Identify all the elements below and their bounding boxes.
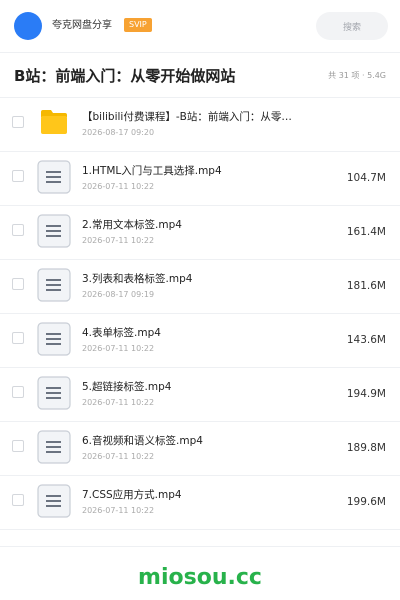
row-checkbox[interactable] [12,332,24,344]
file-name: 3.列表和表格标签.mp4 [82,273,193,285]
file-name: 6.音视频和语义标签.mp4 [82,435,203,447]
row-checkbox[interactable] [12,386,24,398]
document-icon [37,322,71,356]
file-name: 【bilibili付费课程】-B站：前端入门：从零… [82,111,292,123]
document-icon [37,268,71,302]
file-size: 181.6M [346,280,386,292]
file-row[interactable]: 1.HTML入门与工具选择.mp4 2026-07-11 10:22 104.7… [0,152,400,206]
file-size: 161.4M [346,226,386,238]
footer-brand[interactable]: miosou.cc [0,562,400,594]
file-row-folder[interactable]: 【bilibili付费课程】-B站：前端入门：从零… 2026-08-17 09… [0,98,400,152]
file-row[interactable]: 3.列表和表格标签.mp4 2026-08-17 09:19 181.6M [0,260,400,314]
file-date: 2026-07-11 10:22 [82,344,155,353]
site-name: 夸克网盘分享 [52,20,112,31]
file-name: 1.HTML入门与工具选择.mp4 [82,165,222,177]
file-size: 189.8M [346,442,386,454]
file-row[interactable]: 6.音视频和语义标签.mp4 2026-07-11 10:22 189.8M [0,422,400,476]
file-row[interactable]: 7.CSS应用方式.mp4 2026-07-11 10:22 199.6M [0,476,400,530]
header: 夸克网盘分享 SVIP 搜索 [0,0,400,52]
document-icon [37,430,71,464]
document-icon [37,214,71,248]
file-date: 2026-08-17 09:19 [82,290,155,299]
document-icon [37,376,71,410]
row-checkbox[interactable] [12,224,24,236]
svip-badge: SVIP [124,18,152,32]
file-date: 2026-07-11 10:22 [82,236,155,245]
search-placeholder: 搜索 [342,22,361,33]
page-title: B站：前端入门：从零开始做网站 [14,67,236,85]
folder-icon [41,110,67,134]
file-row[interactable]: 5.超链接标签.mp4 2026-07-11 10:22 194.9M [0,368,400,422]
file-list: 【bilibili付费课程】-B站：前端入门：从零… 2026-08-17 09… [0,98,400,530]
file-date: 2026-07-11 10:22 [82,452,155,461]
file-date: 2026-07-11 10:22 [82,182,155,191]
file-date: 2026-08-17 09:20 [82,128,155,137]
file-name: 7.CSS应用方式.mp4 [82,489,182,501]
file-size: 143.6M [346,334,386,346]
file-size: 199.6M [346,496,386,508]
search-input[interactable]: 搜索 [316,12,388,40]
row-checkbox[interactable] [12,440,24,452]
document-icon [37,160,71,194]
file-name: 2.常用文本标签.mp4 [82,219,182,231]
item-summary: 共 31 项 · 5.4G [328,71,386,80]
file-size: 194.9M [346,388,386,400]
row-checkbox[interactable] [12,494,24,506]
file-name: 5.超链接标签.mp4 [82,381,172,393]
file-name: 4.表单标签.mp4 [82,327,161,339]
avatar[interactable] [14,12,42,40]
file-date: 2026-07-11 10:22 [82,398,155,407]
title-bar: B站：前端入门：从零开始做网站 共 31 项 · 5.4G [0,52,400,98]
file-date: 2026-07-11 10:22 [82,506,155,515]
file-row[interactable]: 2.常用文本标签.mp4 2026-07-11 10:22 161.4M [0,206,400,260]
row-checkbox[interactable] [12,170,24,182]
row-checkbox[interactable] [12,278,24,290]
file-size: 104.7M [346,172,386,184]
file-row[interactable]: 4.表单标签.mp4 2026-07-11 10:22 143.6M [0,314,400,368]
footer-divider [0,546,400,547]
document-icon [37,484,71,518]
row-checkbox[interactable] [12,116,24,128]
